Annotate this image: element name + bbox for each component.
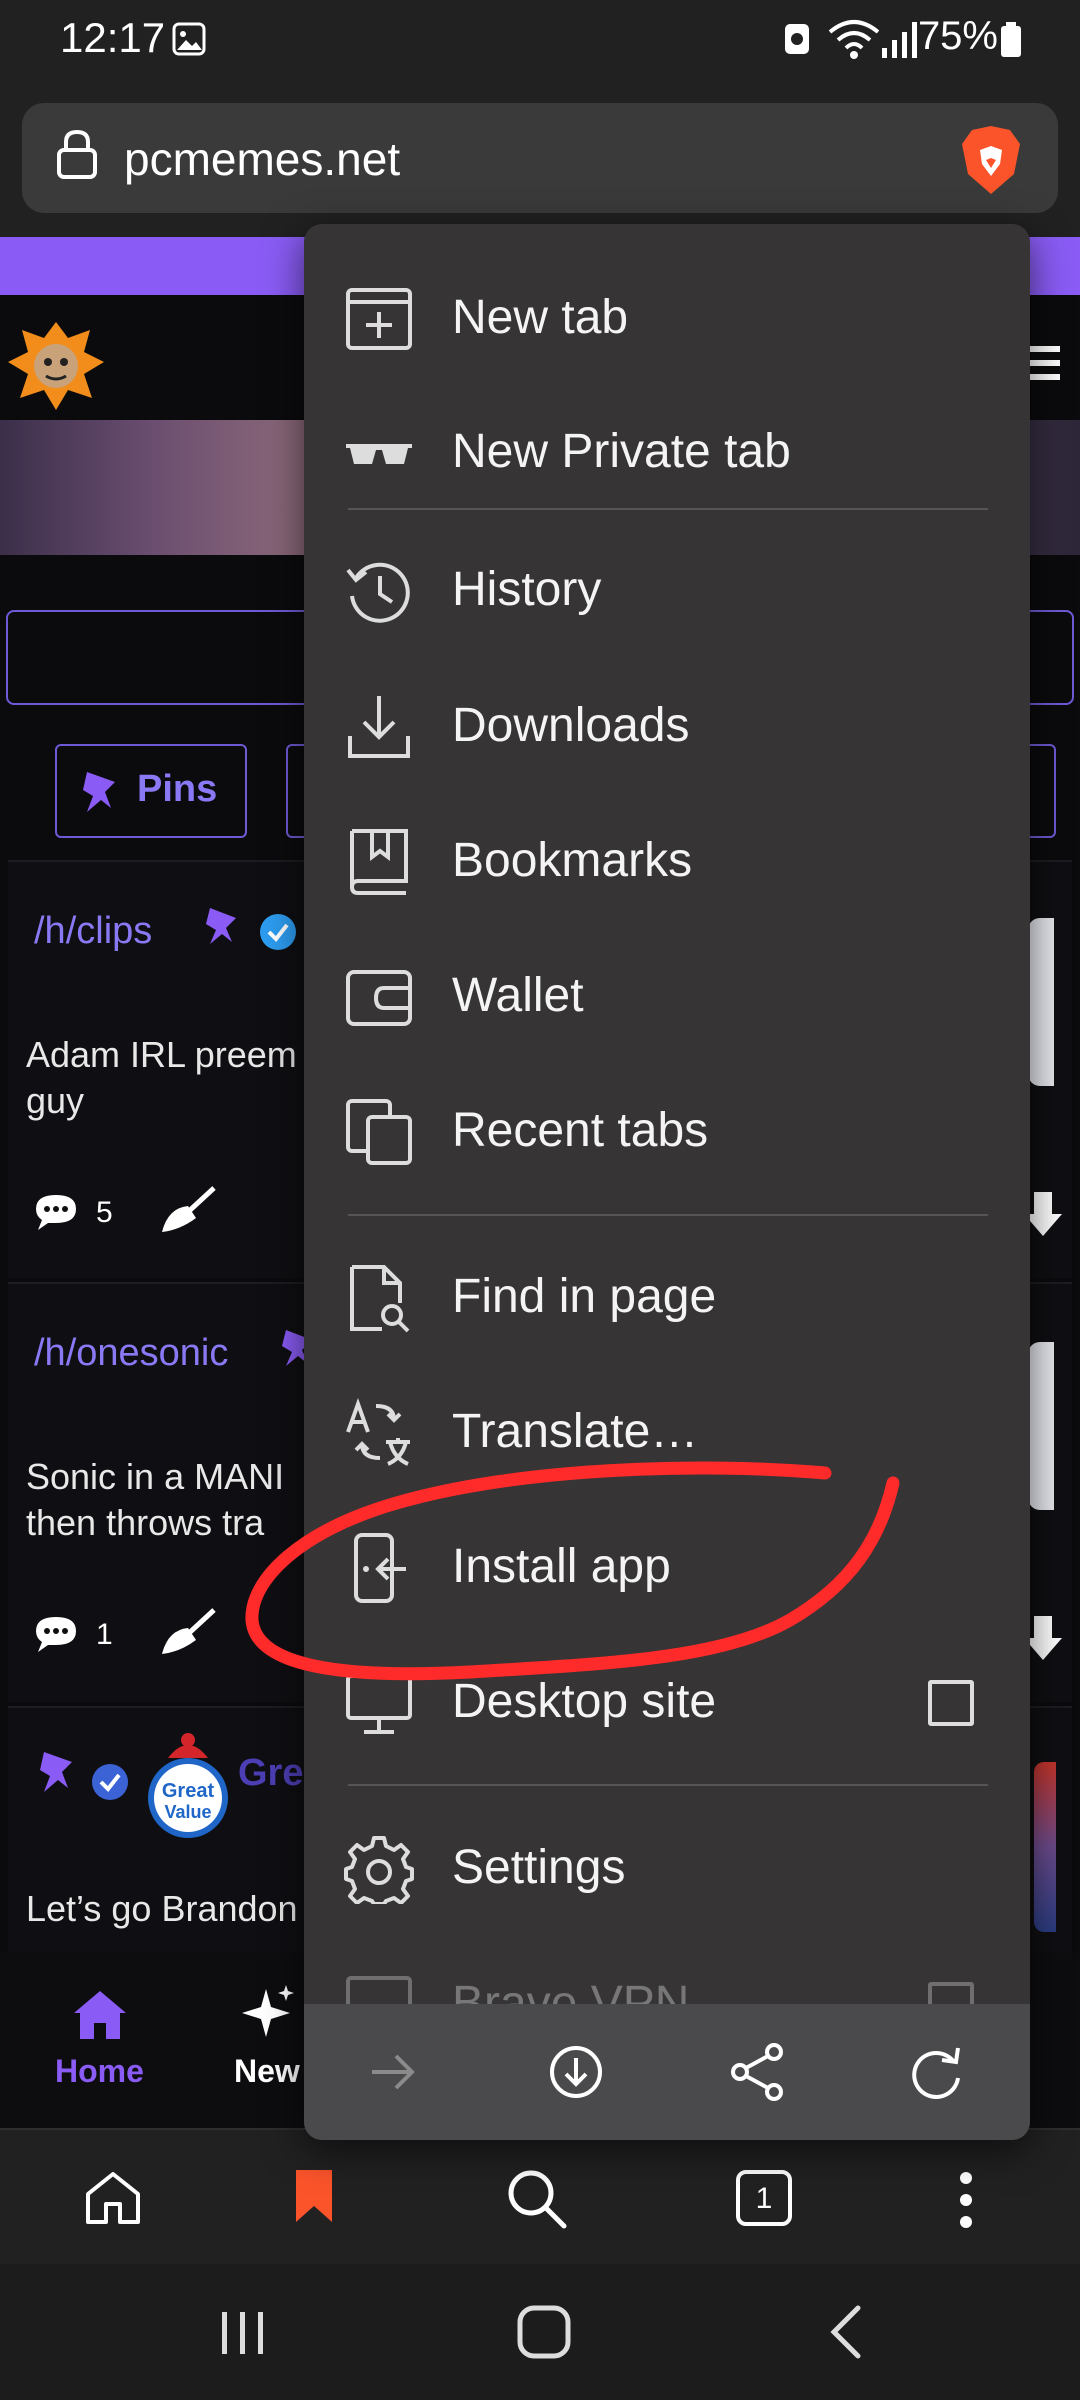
url-text[interactable]: pcmemes.net — [124, 132, 400, 186]
desktop-icon — [346, 1674, 412, 1734]
install-app-icon — [354, 1533, 406, 1603]
download-icon — [348, 696, 410, 758]
pins-label: Pins — [137, 768, 218, 810]
settings-gear-icon — [344, 1836, 414, 1904]
home-icon[interactable] — [84, 2170, 142, 2226]
menu-item-label: Wallet — [452, 969, 584, 1022]
comment-count: 5 — [96, 1196, 113, 1229]
menu-item-find-in-page[interactable]: Find in page — [304, 1231, 1030, 1361]
menu-item-label: New tab — [452, 291, 629, 344]
download-page-icon[interactable] — [548, 2044, 604, 2100]
tab-switcher-button[interactable]: 1 — [736, 2170, 792, 2226]
signal-icon — [882, 22, 917, 58]
avatar-text-line1: Great — [161, 1780, 215, 1802]
back-icon[interactable] — [826, 2304, 866, 2360]
menu-item-desktop-site[interactable]: Desktop site — [304, 1636, 1030, 1766]
browser-bottom-toolbar: 1 — [0, 2128, 1080, 2264]
menu-item-wallet[interactable]: Wallet — [304, 930, 1030, 1060]
menu-item-install-app[interactable]: Install app — [304, 1501, 1030, 1631]
pinned-icon — [206, 908, 236, 944]
verified-badge-icon — [260, 914, 296, 950]
wifi-icon — [828, 20, 880, 59]
menu-item-label: Settings — [452, 1841, 626, 1894]
bookmark-book-icon — [349, 829, 408, 895]
menu-divider — [348, 508, 988, 510]
tab-count: 1 — [755, 2182, 773, 2215]
menu-item-new-private-tab[interactable]: New Private tab — [304, 386, 1030, 516]
history-icon — [346, 562, 410, 623]
menu-item-history[interactable]: History — [304, 524, 1030, 654]
menu-item-label: Bookmarks — [452, 834, 693, 887]
menu-item-label: Install app — [452, 1540, 671, 1593]
menu-item-label: New Private tab — [452, 425, 791, 478]
post-title-line1[interactable]: Adam IRL preem — [26, 1032, 297, 1078]
post-title-line1[interactable]: Let’s go Brandon — [26, 1886, 298, 1932]
post-title-line2[interactable]: guy — [26, 1078, 84, 1124]
menu-action-row — [304, 2004, 1030, 2140]
menu-item-label: Downloads — [452, 699, 690, 752]
private-glasses-icon — [346, 444, 412, 464]
menu-item-label: History — [452, 563, 602, 616]
pin-icon — [83, 772, 115, 812]
menu-item-label: Find in page — [452, 1270, 717, 1323]
new-tab-icon — [346, 288, 412, 350]
comment-count: 1 — [96, 1618, 113, 1651]
post-thumbnail[interactable] — [1028, 1342, 1054, 1510]
system-home-icon[interactable] — [516, 2304, 572, 2360]
status-bar: 12:17 75% — [0, 0, 1080, 80]
site-logo[interactable] — [6, 318, 106, 414]
avatar[interactable]: Great Value — [142, 1732, 234, 1840]
status-time: 12:17 — [60, 14, 166, 61]
reload-icon[interactable] — [908, 2044, 966, 2100]
post-sub-link[interactable]: /h/clips — [34, 910, 152, 953]
menu-item-translate[interactable]: Translate… — [304, 1366, 1030, 1496]
forward-icon[interactable] — [368, 2048, 418, 2096]
verified-badge-icon — [92, 1764, 128, 1800]
recent-tabs-icon — [346, 1099, 412, 1165]
lock-icon[interactable] — [56, 128, 98, 180]
share-icon[interactable] — [728, 2042, 786, 2102]
broom-icon[interactable] — [158, 1184, 218, 1236]
find-in-page-icon — [350, 1265, 410, 1333]
menu-item-label: Desktop site — [452, 1675, 717, 1728]
pinned-icon — [40, 1752, 72, 1792]
menu-item-label: Recent tabs — [452, 1104, 709, 1157]
menu-item-label: Translate… — [452, 1405, 699, 1458]
pins-button[interactable]: Pins — [55, 744, 247, 838]
home-nav-icon[interactable] — [72, 1989, 128, 2041]
more-options-icon[interactable] — [954, 2170, 978, 2230]
menu-item-settings[interactable]: Settings — [304, 1802, 1030, 1932]
gallery-notification-icon — [172, 22, 206, 56]
wallet-icon — [346, 970, 412, 1026]
menu-item-new-tab[interactable]: New tab — [304, 252, 1030, 382]
desktop-site-checkbox[interactable] — [928, 1680, 974, 1726]
broom-icon[interactable] — [158, 1606, 218, 1658]
nav-home-label[interactable]: Home — [55, 2053, 144, 2090]
menu-item-downloads[interactable]: Downloads — [304, 660, 1030, 790]
battery-saver-icon — [785, 24, 809, 54]
post-sub-link[interactable]: /h/onesonic — [34, 1332, 228, 1375]
search-icon[interactable] — [506, 2168, 568, 2230]
comment-icon[interactable] — [34, 1614, 78, 1654]
recent-apps-icon[interactable] — [218, 2308, 268, 2358]
menu-divider — [348, 1214, 988, 1216]
bookmark-icon[interactable] — [294, 2168, 334, 2224]
post-thumbnail[interactable] — [1028, 918, 1054, 1086]
nav-new-label[interactable]: New — [234, 2053, 300, 2090]
avatar-text-line2: Value — [164, 1802, 212, 1822]
browser-overflow-menu: New tab New Private tab History Download… — [304, 224, 1030, 2140]
comment-icon[interactable] — [34, 1192, 78, 1232]
menu-item-recent-tabs[interactable]: Recent tabs — [304, 1065, 1030, 1195]
system-nav-bar — [0, 2264, 1080, 2400]
post-title-line2[interactable]: then throws tra — [26, 1500, 264, 1546]
menu-item-bookmarks[interactable]: Bookmarks — [304, 795, 1030, 925]
post-thumbnail[interactable] — [1034, 1762, 1056, 1932]
translate-icon — [346, 1398, 410, 1466]
battery-icon — [1001, 22, 1021, 57]
post-title-line1[interactable]: Sonic in a MANI — [26, 1454, 284, 1500]
brave-shields-icon[interactable] — [958, 124, 1024, 196]
sparkles-icon[interactable] — [240, 1983, 296, 2041]
battery-percent: 75% — [917, 14, 998, 58]
menu-divider — [348, 1784, 988, 1786]
